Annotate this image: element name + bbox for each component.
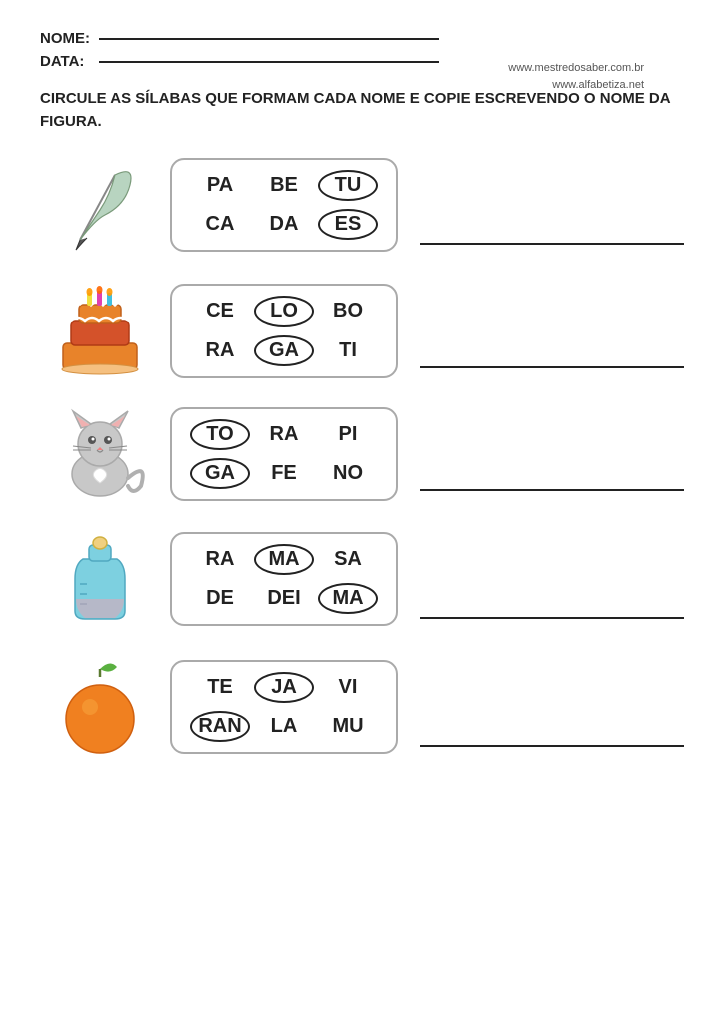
image-feather <box>40 155 160 255</box>
syllable-box-4: RAMASADEDEIMA <box>170 532 398 626</box>
nome-underline <box>99 38 439 40</box>
syllable-3-6[interactable]: NO <box>318 458 378 489</box>
syllable-3-2[interactable]: RA <box>254 419 314 450</box>
syllable-4-6[interactable]: MA <box>318 583 378 614</box>
image-orange <box>40 657 160 757</box>
exercise-row-1: PABETU CADAES <box>40 155 684 255</box>
exercise-row-5: TEJAVI RANLAMU <box>40 657 684 757</box>
website-info: www.mestredosaber.com.br www.alfabetiza.… <box>508 60 644 93</box>
syllable-4-1[interactable]: RA <box>190 544 250 575</box>
syllable-2-5[interactable]: GA <box>254 335 314 366</box>
syllable-3-1[interactable]: TO <box>190 419 250 450</box>
syllable-2-4[interactable]: RA <box>190 335 250 366</box>
syllable-4-3[interactable]: SA <box>318 544 378 575</box>
syllable-5-6[interactable]: MU <box>318 711 378 742</box>
syllable-3-3[interactable]: PI <box>318 419 378 450</box>
instructions: CIRCULE AS SÍLABAS QUE FORMAM CADA NOME … <box>40 88 684 133</box>
syllable-2-2[interactable]: LO <box>254 296 314 327</box>
nome-label: NOME: <box>40 30 95 47</box>
syllable-box-3: TORAPI GAFENO <box>170 407 398 501</box>
answer-line-2 <box>420 366 684 368</box>
syllable-5-4[interactable]: RAN <box>190 711 250 742</box>
syllable-5-5[interactable]: LA <box>254 711 314 742</box>
syllable-5-3[interactable]: VI <box>318 672 378 703</box>
syllable-1-3[interactable]: TU <box>318 170 378 201</box>
syllable-1-6[interactable]: ES <box>318 209 378 240</box>
exercise-row-2: CELOBO RAGATI <box>40 283 684 378</box>
exercises-container: PABETUCADAES CELOBORAGATI <box>40 155 684 757</box>
website1: www.mestredosaber.com.br <box>508 60 644 77</box>
exercise-row-3: TORAPI GAFENO <box>40 406 684 501</box>
website2: www.alfabetiza.net <box>508 77 644 94</box>
syllable-3-5[interactable]: FE <box>254 458 314 489</box>
image-bottle <box>40 529 160 629</box>
answer-line-1 <box>420 243 684 245</box>
syllable-2-1[interactable]: CE <box>190 296 250 327</box>
syllable-2-6[interactable]: TI <box>318 335 378 366</box>
syllable-5-1[interactable]: TE <box>190 672 250 703</box>
image-cake <box>40 283 160 378</box>
syllable-box-1: PABETU CADAES <box>170 158 398 252</box>
data-label: DATA: <box>40 53 95 70</box>
answer-line-3 <box>420 489 684 491</box>
answer-line-4 <box>420 617 684 619</box>
syllable-box-2: CELOBO RAGATI <box>170 284 398 378</box>
exercise-row-4: RAMASADEDEIMA <box>40 529 684 629</box>
syllable-1-2[interactable]: BE <box>254 170 314 201</box>
syllable-1-1[interactable]: PA <box>190 170 250 201</box>
answer-line-5 <box>420 745 684 747</box>
syllable-1-5[interactable]: DA <box>254 209 314 240</box>
syllable-4-4[interactable]: DE <box>190 583 250 614</box>
syllable-2-3[interactable]: BO <box>318 296 378 327</box>
syllable-1-4[interactable]: CA <box>190 209 250 240</box>
data-underline <box>99 61 439 63</box>
syllable-5-2[interactable]: JA <box>254 672 314 703</box>
syllable-4-5[interactable]: DEI <box>254 583 314 614</box>
syllable-4-2[interactable]: MA <box>254 544 314 575</box>
image-cat <box>40 406 160 501</box>
syllable-box-5: TEJAVI RANLAMU <box>170 660 398 754</box>
syllable-3-4[interactable]: GA <box>190 458 250 489</box>
